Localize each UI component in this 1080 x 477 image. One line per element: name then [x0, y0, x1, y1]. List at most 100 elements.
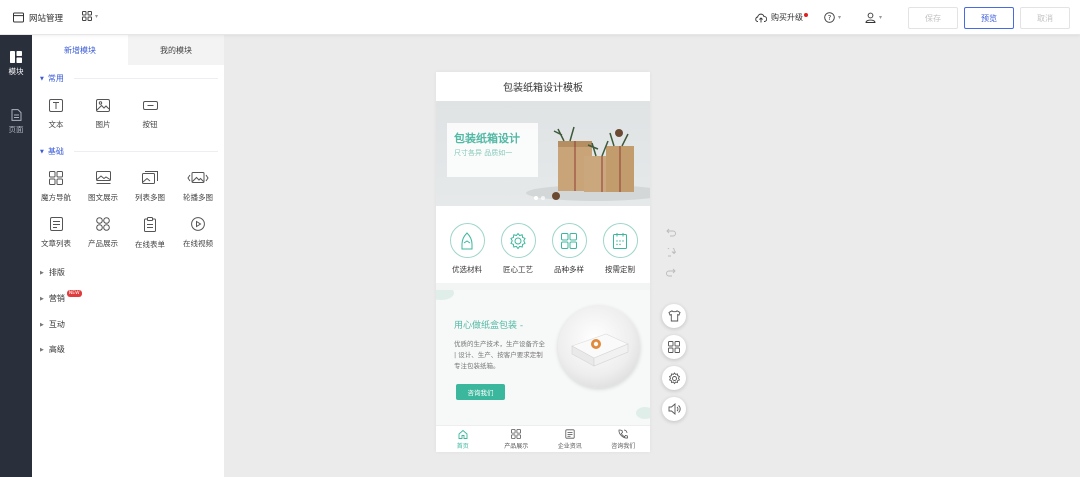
module-image[interactable]: 图片	[79, 99, 127, 130]
text-icon	[49, 99, 63, 112]
module-button[interactable]: 按钮	[126, 99, 174, 130]
module-list-images[interactable]: 列表多图	[126, 171, 174, 203]
carousel-icon	[187, 172, 209, 183]
divider	[436, 283, 650, 290]
section-common-header[interactable]: ▼ 常用	[40, 73, 218, 84]
top-bar: 网站管理 ▾ 购买升级 ? ▾ ▾ 保存 预览 取消	[0, 0, 1080, 35]
theme-button[interactable]	[662, 304, 686, 328]
section-advanced[interactable]: ▶ 高级	[40, 344, 65, 355]
custom-order-icon	[613, 232, 627, 249]
page-title: 包装纸箱设计模板	[503, 83, 583, 94]
gear-icon	[510, 232, 526, 249]
carousel-dot[interactable]	[534, 196, 538, 200]
caret-right-icon: ▶	[40, 269, 44, 276]
user-menu[interactable]: ▾	[865, 0, 882, 35]
promo-text: 优质的生产技术，生产设备齐全 | 设计、生产、按客户要求定制专注包装纸箱。	[454, 340, 545, 370]
section-layout[interactable]: ▶ 排版	[40, 267, 65, 278]
layout-button[interactable]	[662, 335, 686, 359]
white-box-graphic	[571, 333, 629, 367]
feature-label: 按需定制	[605, 265, 635, 274]
carousel-dot[interactable]	[541, 196, 545, 200]
feature-item[interactable]: 优选材料	[448, 223, 486, 275]
caret-right-icon: ▶	[40, 346, 44, 353]
history-tools	[666, 228, 676, 277]
feature-circle	[500, 223, 536, 258]
site-manage[interactable]: 网站管理	[13, 0, 63, 35]
module-online-form[interactable]: 在线表单	[126, 217, 174, 250]
chevron-down-icon: ▾	[95, 12, 99, 20]
banner-text-card: 包装纸箱设计 尺寸各异 品质如一	[447, 123, 538, 177]
divider	[73, 78, 218, 79]
preview-button[interactable]: 预览	[964, 7, 1014, 29]
nav-news[interactable]: 企业资讯	[543, 426, 597, 452]
cube-nav-icon	[49, 171, 63, 185]
material-icon	[461, 231, 473, 249]
caret-down-icon: ▼	[40, 148, 44, 155]
help-menu[interactable]: ? ▾	[824, 0, 841, 35]
feature-circle	[551, 223, 587, 258]
section-basic-header[interactable]: ▼ 基础	[40, 146, 218, 157]
form-icon	[144, 217, 156, 232]
forward-icon[interactable]	[666, 268, 676, 277]
module-text[interactable]: 文本	[32, 99, 80, 130]
sidebar-item-pages[interactable]: 页面	[0, 109, 32, 135]
sidebar-item-modules[interactable]: 模块	[0, 51, 32, 77]
section-interaction[interactable]: ▶ 互动	[40, 319, 65, 330]
nav-products[interactable]: 产品展示	[490, 426, 544, 452]
tab-my-modules[interactable]: 我的模块	[128, 35, 224, 65]
buy-upgrade[interactable]: 购买升级	[755, 0, 808, 35]
decoration-leaf	[636, 407, 650, 419]
feature-item[interactable]: 按需定制	[601, 223, 639, 275]
phone-preview: 包装纸箱设计模板 包装纸箱设计 尺寸各异 品质如一 优选材料 匠心工艺 品种多样…	[436, 72, 650, 452]
promo-section: 用心做纸盒包装 - 优质的生产技术，生产设备齐全 | 设计、生产、按客户要求定制…	[436, 290, 650, 425]
module-label: 图文展示	[88, 193, 118, 202]
module-label: 图片	[95, 120, 111, 129]
article-list-icon	[49, 217, 63, 231]
nav-label: 首页	[456, 442, 469, 450]
feature-label: 品种多样	[554, 265, 584, 274]
feature-item[interactable]: 品种多样	[550, 223, 588, 275]
cancel-button[interactable]: 取消	[1020, 7, 1070, 29]
banner-carousel[interactable]: 包装纸箱设计 尺寸各异 品质如一	[436, 101, 650, 206]
module-label: 文本	[48, 120, 64, 129]
svg-text:?: ?	[828, 14, 832, 22]
app-switcher[interactable]: ▾	[82, 11, 98, 21]
nav-label: 咨询我们	[611, 442, 636, 450]
module-label: 文章列表	[41, 239, 71, 248]
banner-headline: 包装纸箱设计	[454, 132, 520, 145]
gear-icon	[668, 371, 680, 384]
module-label: 按钮	[142, 120, 158, 129]
nav-home[interactable]: 首页	[436, 426, 490, 452]
feature-label: 匠心工艺	[503, 265, 533, 274]
feature-label: 优选材料	[452, 265, 482, 274]
page-icon	[11, 109, 21, 121]
redo-icon[interactable]	[666, 248, 676, 257]
grid-icon	[82, 11, 92, 21]
module-cube-nav[interactable]: 魔方导航	[32, 171, 80, 203]
module-carousel[interactable]: 轮播多图	[174, 171, 222, 203]
nav-contact[interactable]: 咨询我们	[597, 426, 651, 452]
undo-icon[interactable]	[666, 228, 676, 237]
feature-circle	[449, 223, 485, 258]
settings-button[interactable]	[662, 366, 686, 390]
section-title: 基础	[47, 147, 64, 156]
module-tabs: 新增模块 我的模块	[32, 35, 224, 65]
caret-right-icon: ▶	[40, 295, 44, 302]
notification-dot	[804, 13, 808, 17]
speaker-icon	[668, 403, 681, 415]
save-button[interactable]: 保存	[908, 7, 958, 29]
module-article-list[interactable]: 文章列表	[32, 217, 80, 249]
help-icon: ?	[824, 12, 835, 23]
section-marketing[interactable]: ▶ 营销 NEW	[40, 290, 85, 304]
module-online-video[interactable]: 在线视频	[174, 217, 222, 249]
caret-down-icon: ▼	[40, 75, 44, 82]
mobile-bottom-nav: 首页 产品展示 企业资讯 咨询我们	[436, 425, 650, 452]
tab-new-modules[interactable]: 新增模块	[32, 35, 128, 65]
module-product-display[interactable]: 产品展示	[79, 217, 127, 249]
module-image-text[interactable]: 图文展示	[79, 171, 127, 203]
chevron-down-icon: ▾	[879, 14, 883, 21]
contact-us-button[interactable]: 咨询我们	[456, 384, 505, 400]
announcement-button[interactable]	[662, 397, 686, 421]
button-icon	[142, 101, 158, 110]
feature-item[interactable]: 匠心工艺	[499, 223, 537, 275]
